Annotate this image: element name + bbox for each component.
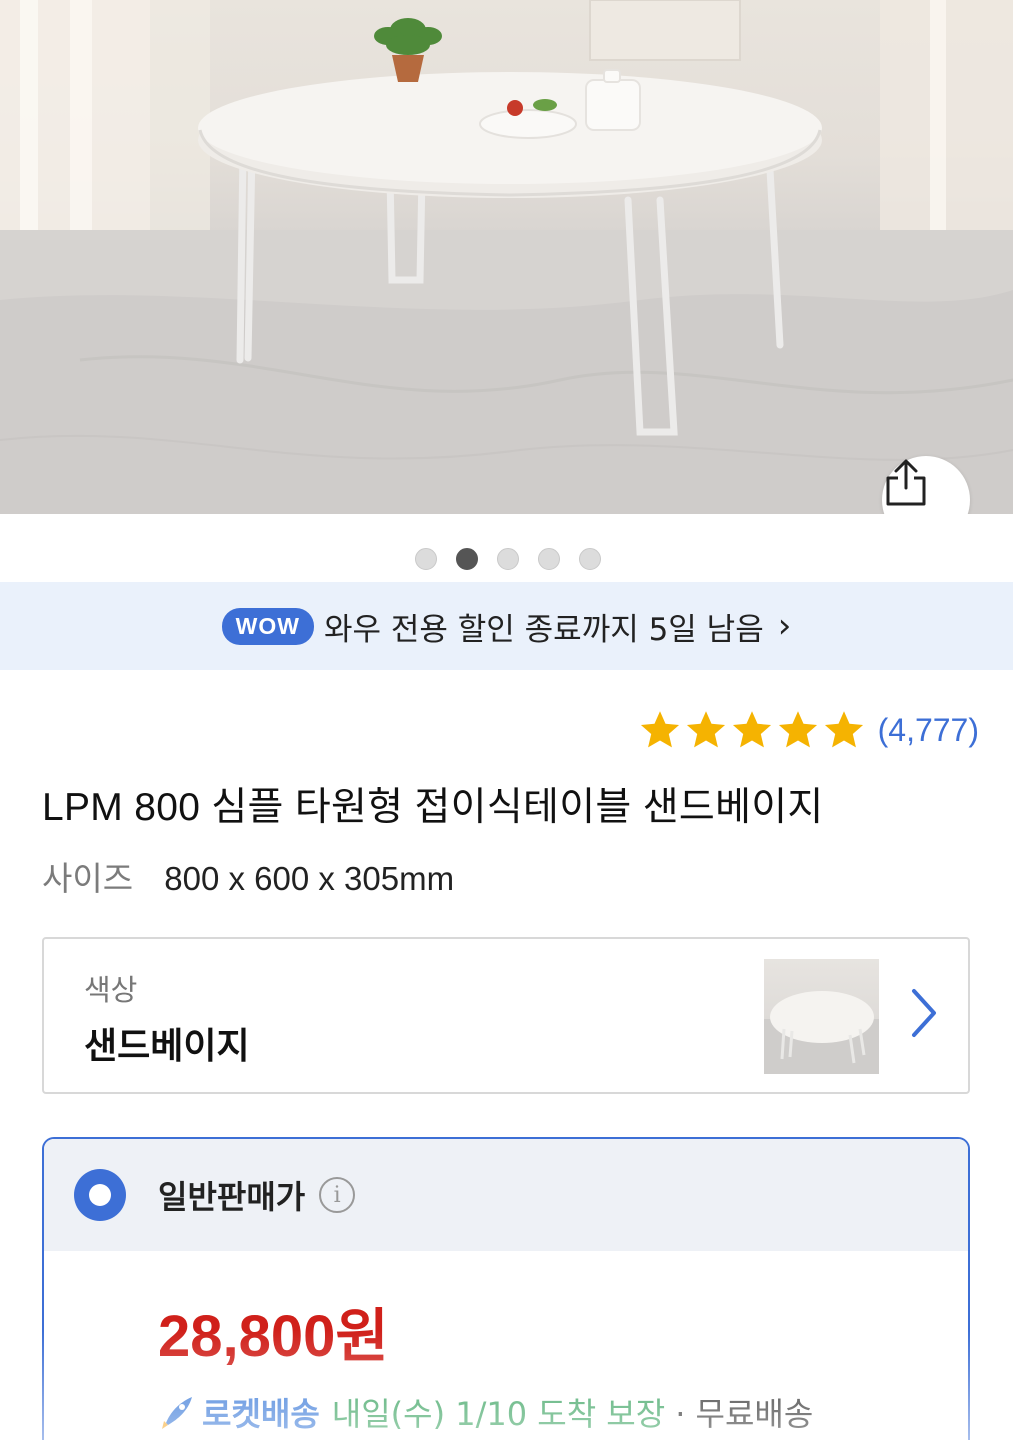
star-icon [732,711,771,748]
review-count[interactable]: (4,777) [878,712,979,749]
size-value: 800 x 600 x 305mm [164,860,455,897]
star-icon [640,711,679,748]
delivery-date: 내일(수) 1/10 도착 보장 [331,1395,666,1433]
option-radio[interactable] [74,1169,126,1221]
carousel-dot[interactable] [496,548,519,570]
size-row: 사이즈 800 x 600 x 305mm [42,852,454,900]
star-icon [824,711,863,748]
price-option-header[interactable]: 일반판매가 i [44,1139,968,1251]
rocket-delivery-label: 로켓배송 [202,1395,320,1433]
wow-discount-banner[interactable]: WOW 와우 전용 할인 종료까지 5일 남음 › [0,582,1013,670]
star-icon [778,711,817,748]
chevron-right-icon: › [777,606,792,646]
color-value: 샌드베이지 [84,1026,250,1067]
info-icon[interactable]: i [319,1177,356,1213]
product-photo [0,0,1013,514]
option-label: 일반판매가 [158,1178,306,1216]
wow-badge: WOW [221,607,314,645]
carousel-dot[interactable] [537,548,560,570]
chevron-right-icon [912,989,936,1037]
carousel-dot-active[interactable] [455,548,478,570]
product-image[interactable] [0,0,1013,514]
price-option-card[interactable]: 일반판매가 i 28,800원 로켓배송 내일(수) 1/10 도착 보장 · … [42,1137,970,1440]
share-icon [886,459,926,506]
color-label: 색상 [84,973,138,1007]
free-shipping: · 무료배송 [675,1395,814,1433]
delivery-info: 로켓배송 내일(수) 1/10 도착 보장 · 무료배송 [156,1389,813,1435]
carousel-dot[interactable] [578,548,601,570]
color-option-selector[interactable]: 색상 샌드베이지 [42,937,970,1094]
price: 28,800원 [158,1304,389,1369]
rocket-icon [162,1397,192,1429]
star-icon [686,711,725,748]
product-title: LPM 800 심플 타원형 접이식테이블 샌드베이지 [42,786,824,829]
size-label: 사이즈 [42,860,134,897]
wow-banner-text: 와우 전용 할인 종료까지 5일 남음 [323,611,764,648]
carousel-indicator [0,548,1013,570]
color-thumbnail [764,959,879,1074]
product-rating[interactable]: (4,777) [638,708,979,752]
carousel-dot[interactable] [414,548,437,570]
